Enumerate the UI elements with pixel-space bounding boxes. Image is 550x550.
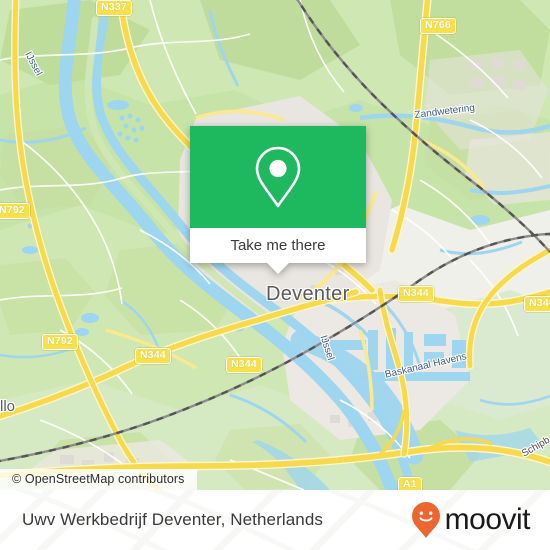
map-pin-icon [255, 146, 301, 208]
popup-pointer [267, 263, 289, 274]
location-popup-card[interactable]: Take me there [190, 126, 366, 274]
footer-bar: Uwv Werkbedrijf Deventer, Netherlands mo… [0, 490, 550, 550]
road-shield: N792 [0, 203, 30, 219]
moovit-map-screenshot: N337 N766 N792 N792 N344 N344 N344 N348 … [0, 0, 550, 550]
moovit-brand[interactable]: moovit [411, 501, 531, 539]
location-title: Uwv Werkbedrijf Deventer, Netherlands [22, 510, 324, 529]
road-shield: N344 [135, 348, 171, 364]
osm-attribution[interactable]: © OpenStreetMap contributors [0, 469, 197, 490]
attribution-text: © OpenStreetMap contributors [12, 472, 185, 486]
take-me-there-label: Take me there [230, 237, 326, 254]
place-label-llo: llo [0, 398, 16, 415]
moovit-pin-smiley-icon [411, 502, 440, 538]
road-shield: N337 [96, 0, 132, 16]
map-canvas[interactable]: N337 N766 N792 N792 N344 N344 N344 N348 … [0, 0, 550, 490]
road-shield: N348 [524, 296, 550, 312]
popup-header [190, 126, 366, 228]
moovit-wordmark: moovit [444, 503, 531, 536]
road-shield: N344 [398, 286, 434, 302]
road-shield: N766 [420, 18, 456, 34]
city-label-deventer: Deventer [266, 283, 350, 305]
road-shield: A1 [398, 477, 422, 490]
road-shield: N792 [42, 334, 78, 350]
road-shield: N344 [226, 357, 262, 373]
popup-action-row[interactable]: Take me there [190, 228, 366, 263]
